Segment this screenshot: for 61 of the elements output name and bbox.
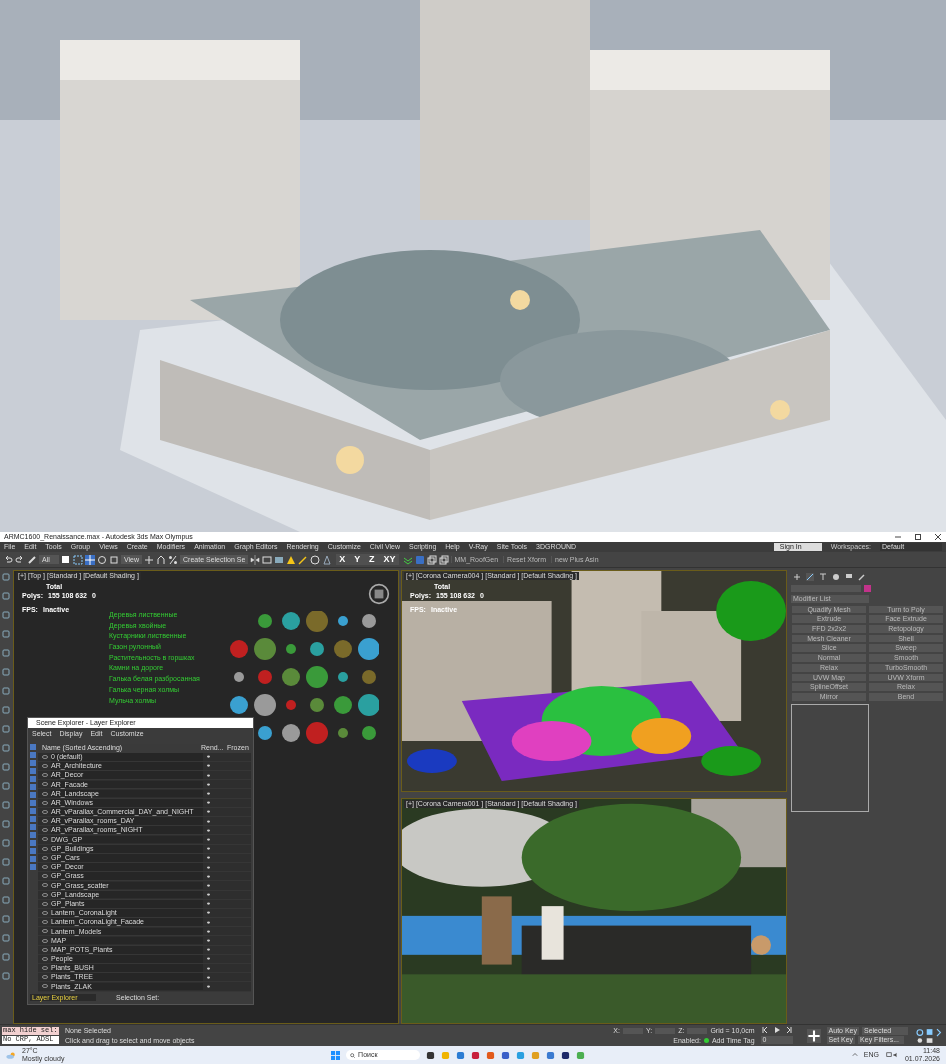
tool-icon[interactable] [1, 896, 10, 904]
search-icon [350, 1052, 356, 1058]
layer-icon[interactable] [262, 554, 273, 565]
maximize-icon[interactable] [914, 534, 922, 540]
rotate-icon[interactable] [97, 554, 107, 565]
tool-icon[interactable] [1, 782, 10, 790]
tool-icon[interactable] [322, 554, 333, 565]
tool-icon[interactable] [1, 611, 10, 619]
navigation-icons[interactable] [914, 1027, 944, 1044]
add-key-icon[interactable] [806, 1028, 821, 1043]
snap-icon[interactable] [156, 554, 167, 565]
tool-icon[interactable] [1, 649, 10, 657]
create-tab-icon[interactable] [793, 573, 801, 581]
tool-icon[interactable] [1, 706, 10, 714]
tool-icon[interactable] [1, 953, 10, 961]
percent-snap-icon[interactable] [168, 554, 179, 565]
axis-constraint-buttons[interactable]: X Y Z XY [336, 553, 399, 566]
viewcube-icon[interactable] [368, 583, 390, 605]
link-icon[interactable] [27, 554, 37, 565]
start-icon[interactable] [331, 1050, 341, 1060]
tool-icon[interactable] [1, 839, 10, 847]
copy-icon[interactable] [438, 554, 449, 565]
wand-icon[interactable] [298, 554, 309, 565]
undo-icon[interactable] [3, 554, 13, 565]
motion-tab-icon[interactable] [832, 573, 840, 581]
tool-icon[interactable] [1, 687, 10, 695]
copy-icon[interactable] [426, 554, 437, 565]
tool-icon[interactable] [1, 668, 10, 676]
tool-icon[interactable] [1, 573, 10, 581]
top-viewport[interactable] [13, 570, 399, 1024]
gauge-icon[interactable] [310, 554, 321, 565]
mirror-icon[interactable] [250, 554, 261, 565]
tool-icon[interactable] [1, 858, 10, 866]
tool-icon[interactable] [1, 877, 10, 885]
pivot-icon[interactable] [144, 554, 155, 565]
utilities-tab-icon[interactable] [858, 573, 866, 581]
tool-icon[interactable] [1, 630, 10, 638]
warning-icon[interactable] [286, 554, 297, 565]
tool-icon[interactable] [1, 725, 10, 733]
tool-icon[interactable] [1, 801, 10, 809]
close-icon[interactable] [934, 534, 942, 540]
select-icon[interactable] [61, 554, 71, 565]
minimize-icon[interactable] [894, 534, 902, 540]
modify-tab-icon[interactable] [806, 573, 814, 581]
redo-icon[interactable] [15, 554, 25, 565]
scale-icon[interactable] [109, 554, 119, 565]
tool-icon[interactable] [1, 972, 10, 980]
display-tab-icon[interactable] [845, 573, 853, 581]
move-icon[interactable] [85, 554, 95, 565]
tool-icon[interactable] [1, 592, 10, 600]
tool-icon[interactable] [1, 744, 10, 752]
tool-icon[interactable] [1, 934, 10, 942]
network-volume-icon[interactable] [884, 1052, 899, 1058]
render-icon[interactable] [274, 554, 285, 565]
script-icon[interactable] [414, 554, 425, 565]
color-swatch[interactable] [864, 585, 871, 592]
tool-icon[interactable] [1, 763, 10, 771]
hierarchy-tab-icon[interactable] [819, 573, 827, 581]
tool-icon[interactable] [1, 820, 10, 828]
tool-icon[interactable] [1, 915, 10, 923]
status-dot-icon [703, 1037, 709, 1043]
